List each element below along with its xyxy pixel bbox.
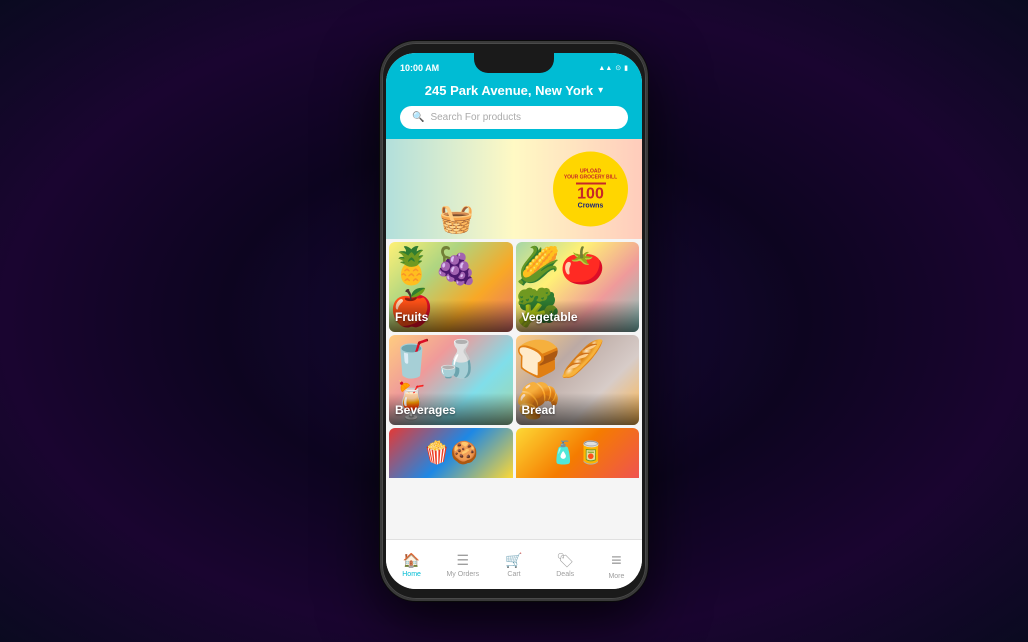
phone-screen: 10:00 AM ▲▲ ⊙ ▮ 245 Park Avenue, New Yor… [386, 53, 642, 589]
promo-upload-text: UPLOAD YOUR GROCERY BILL [564, 169, 617, 181]
bread-overlay: Bread [516, 393, 640, 425]
signal-icon: ▲▲ [598, 65, 612, 72]
nav-cart[interactable]: 🛒 Cart [488, 552, 539, 578]
vegetable-overlay: Vegetable [516, 300, 640, 332]
fruits-label: Fruits [395, 310, 428, 324]
status-icons: ▲▲ ⊙ ▮ [598, 64, 628, 72]
fruits-overlay: Fruits [389, 300, 513, 332]
cart-icon: 🛒 [505, 552, 522, 569]
main-content: 🧺 UPLOAD YOUR GROCERY BILL 100 Crowns [386, 139, 642, 539]
promo-currency: Crowns [578, 203, 604, 210]
status-time: 10:00 AM [400, 63, 439, 73]
bread-label: Bread [522, 403, 556, 417]
condiments-emoji: 🧴🥫 [516, 428, 640, 478]
phone-notch [474, 53, 554, 73]
nav-more[interactable]: ≡ More [591, 550, 642, 580]
promo-banner[interactable]: 🧺 UPLOAD YOUR GROCERY BILL 100 Crowns [386, 139, 642, 239]
nav-orders[interactable]: ☰ My Orders [437, 552, 488, 578]
wifi-icon: ⊙ [615, 64, 621, 72]
nav-deals[interactable]: 🏷 Deals [540, 552, 591, 578]
search-bar-container: 🔍 Search For products [386, 106, 642, 139]
beverages-label: Beverages [395, 403, 456, 417]
deals-icon: 🏷 [556, 552, 574, 569]
orders-icon: ☰ [457, 552, 470, 569]
search-input[interactable]: Search For products [430, 112, 521, 123]
category-snacks-partial[interactable]: 🍿🍪 [389, 428, 513, 478]
category-vegetable[interactable]: 🌽🍅🥦 Vegetable [516, 242, 640, 332]
nav-home[interactable]: 🏠 Home [386, 552, 437, 578]
promo-amount: 100 [577, 187, 604, 203]
snacks-emoji: 🍿🍪 [389, 428, 513, 478]
category-condiments-partial[interactable]: 🧴🥫 [516, 428, 640, 478]
vegetable-label: Vegetable [522, 310, 578, 324]
beverages-overlay: Beverages [389, 393, 513, 425]
search-bar[interactable]: 🔍 Search For products [400, 106, 628, 129]
category-fruits[interactable]: 🍍🍇🍎 Fruits [389, 242, 513, 332]
partial-categories: 🍿🍪 🧴🥫 [386, 428, 642, 478]
home-icon: 🏠 [403, 552, 420, 569]
promo-divider [576, 183, 606, 185]
category-bread[interactable]: 🍞🥖🥐 Bread [516, 335, 640, 425]
nav-deals-label: Deals [556, 571, 574, 578]
categories-grid: 🍍🍇🍎 Fruits 🌽🍅🥦 Vegetable [386, 239, 642, 428]
more-icon: ≡ [611, 550, 622, 571]
location-header[interactable]: 245 Park Avenue, New York ▾ [386, 79, 642, 106]
phone-frame: 10:00 AM ▲▲ ⊙ ▮ 245 Park Avenue, New Yor… [380, 41, 648, 601]
bottom-navigation: 🏠 Home ☰ My Orders 🛒 Cart 🏷 Deals ≡ [386, 539, 642, 589]
nav-orders-label: My Orders [446, 571, 479, 578]
banner-fruits-emoji: 🧺 [386, 139, 527, 239]
battery-icon: ▮ [624, 64, 628, 72]
nav-cart-label: Cart [507, 571, 520, 578]
phone-device: 10:00 AM ▲▲ ⊙ ▮ 245 Park Avenue, New Yor… [380, 41, 648, 601]
chevron-down-icon: ▾ [598, 85, 603, 96]
nav-more-label: More [608, 573, 624, 580]
promo-badge: UPLOAD YOUR GROCERY BILL 100 Crowns [553, 152, 628, 227]
location-text: 245 Park Avenue, New York [425, 83, 593, 98]
search-icon: 🔍 [412, 112, 424, 123]
nav-home-label: Home [402, 571, 421, 578]
category-beverages[interactable]: 🥤🍶🍹 Beverages [389, 335, 513, 425]
